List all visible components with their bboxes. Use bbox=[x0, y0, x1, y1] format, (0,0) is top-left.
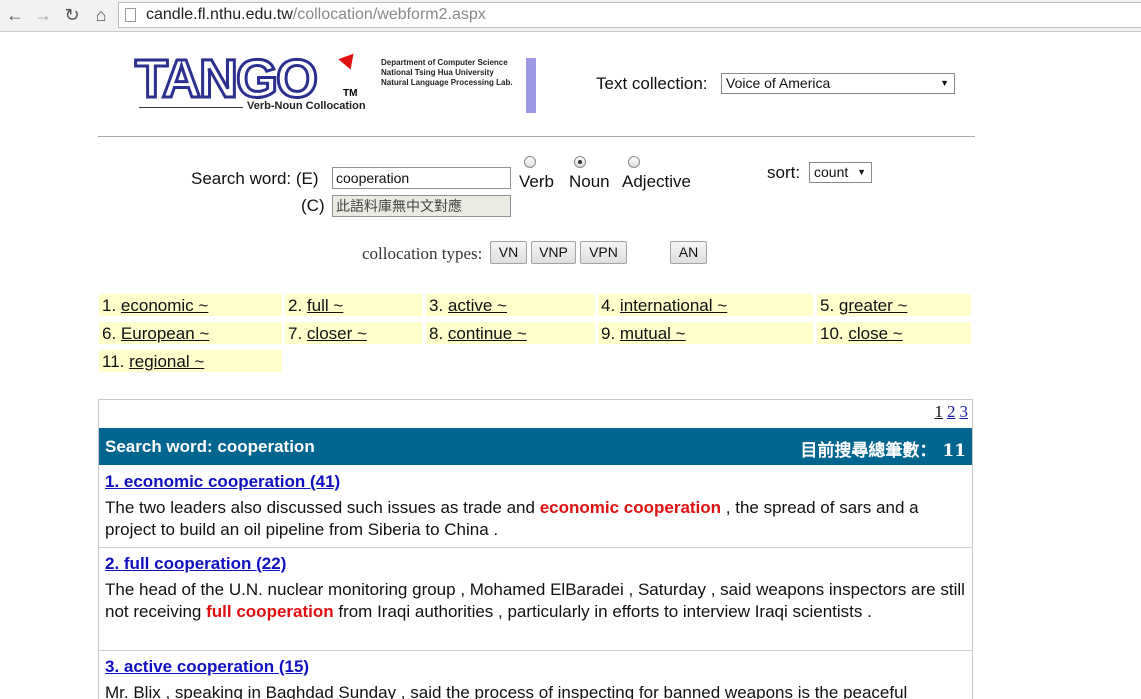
address-bar[interactable]: candle.fl.nthu.edu.tw/collocation/webfor… bbox=[118, 2, 1141, 28]
collocation-item: 2. full ~ bbox=[285, 294, 422, 316]
result-sentence: The two leaders also discussed such issu… bbox=[105, 498, 919, 539]
collocation-link[interactable]: close ~ bbox=[848, 324, 902, 343]
chinese-label: (C) bbox=[301, 196, 325, 215]
result-title-link[interactable]: 2. full cooperation (22) bbox=[105, 554, 966, 574]
header-divider-bar bbox=[526, 58, 536, 113]
results-header: Search word: cooperation 目前搜尋總筆數： 11 bbox=[99, 428, 972, 465]
radio-adjective-label: Adjective bbox=[622, 172, 691, 191]
reload-icon[interactable]: ↻ bbox=[61, 4, 83, 26]
radio-noun[interactable] bbox=[574, 156, 586, 168]
radio-adjective[interactable] bbox=[628, 156, 640, 168]
collocation-link[interactable]: international ~ bbox=[620, 296, 727, 315]
logo-red-mark-icon bbox=[338, 48, 360, 70]
collocation-item: 4. international ~ bbox=[598, 294, 813, 316]
collocation-link[interactable]: continue ~ bbox=[448, 324, 527, 343]
page-icon bbox=[125, 8, 136, 22]
radio-noun-label: Noun bbox=[569, 172, 610, 191]
collocation-item: 1. economic ~ bbox=[99, 294, 282, 316]
browser-toolbar: ← → ↻ ⌂ candle.fl.nthu.edu.tw/collocatio… bbox=[0, 0, 1141, 32]
an-button[interactable]: AN bbox=[670, 241, 707, 264]
sort-label: sort: bbox=[767, 163, 801, 182]
result-item: 2. full cooperation (22) The head of the… bbox=[99, 548, 972, 651]
highlighted-collocation: economic cooperation bbox=[539, 498, 722, 517]
collocation-link[interactable]: economic ~ bbox=[121, 296, 208, 315]
vnp-button[interactable]: VNP bbox=[531, 241, 576, 264]
collocation-item: 10. close ~ bbox=[817, 322, 971, 344]
sort-value: count bbox=[814, 164, 849, 180]
text-collection-select[interactable]: Voice of America ▼ bbox=[721, 73, 955, 94]
header-rule bbox=[98, 136, 975, 137]
result-item: 1. economic cooperation (41) The two lea… bbox=[99, 466, 972, 548]
collocation-item: 9. mutual ~ bbox=[598, 322, 813, 344]
url-text: candle.fl.nthu.edu.tw/collocation/webfor… bbox=[146, 6, 486, 23]
vpn-button[interactable]: VPN bbox=[580, 241, 627, 264]
radio-verb[interactable] bbox=[524, 156, 536, 168]
page-link[interactable]: 1 bbox=[935, 402, 944, 421]
dept-line: Department of Computer Science bbox=[381, 58, 508, 67]
collocation-item: 6. European ~ bbox=[99, 322, 282, 344]
pagination: 123 bbox=[931, 402, 969, 422]
results-total-count: 目前搜尋總筆數： 11 bbox=[800, 441, 966, 461]
result-item: 3. active cooperation (15) Mr. Blix , sp… bbox=[99, 651, 972, 699]
dept-line: Natural Language Processing Lab. bbox=[381, 78, 513, 87]
page-link[interactable]: 2 bbox=[947, 402, 956, 421]
collocation-link[interactable]: greater ~ bbox=[839, 296, 908, 315]
logo-underline bbox=[139, 107, 243, 108]
collocation-item: 7. closer ~ bbox=[285, 322, 422, 344]
text-collection-value: Voice of America bbox=[726, 75, 831, 91]
forward-arrow-icon[interactable]: → bbox=[32, 4, 54, 26]
department-info: Department of Computer Science National … bbox=[381, 58, 513, 88]
vn-button[interactable]: VN bbox=[490, 241, 527, 264]
collocation-link[interactable]: full ~ bbox=[307, 296, 343, 315]
search-word-label: Search word: (E) bbox=[191, 169, 319, 188]
collocation-item: 3. active ~ bbox=[426, 294, 595, 316]
text-collection-label: Text collection: bbox=[596, 74, 708, 93]
dropdown-arrow-icon: ▼ bbox=[940, 78, 949, 88]
logo-subtitle: Verb-Noun Collocation bbox=[247, 100, 366, 112]
dept-line: National Tsing Hua University bbox=[381, 68, 494, 77]
page-link[interactable]: 3 bbox=[960, 402, 969, 421]
results-panel: 123 Search word: cooperation 目前搜尋總筆數： 11… bbox=[98, 399, 973, 699]
result-title-link[interactable]: 1. economic cooperation (41) bbox=[105, 472, 966, 492]
back-arrow-icon[interactable]: ← bbox=[4, 4, 26, 26]
home-icon[interactable]: ⌂ bbox=[90, 4, 112, 26]
result-sentence: Mr. Blix , speaking in Baghdad Sunday , … bbox=[105, 683, 908, 699]
sort-select[interactable]: count ▼ bbox=[809, 162, 872, 183]
highlighted-collocation: full cooperation bbox=[206, 602, 334, 621]
collocation-link[interactable]: closer ~ bbox=[307, 324, 367, 343]
result-sentence: The head of the U.N. nuclear monitoring … bbox=[105, 580, 965, 621]
logo-title: TANGO bbox=[134, 49, 320, 109]
chinese-word-field[interactable]: 此語料庫無中文對應 bbox=[332, 195, 511, 217]
collocation-link[interactable]: mutual ~ bbox=[620, 324, 686, 343]
collocation-types-label: collocation types: bbox=[362, 244, 483, 263]
collocation-link[interactable]: European ~ bbox=[121, 324, 209, 343]
logo-tm: TM bbox=[343, 88, 358, 99]
results-search-word: Search word: cooperation bbox=[105, 437, 315, 456]
collocation-link[interactable]: regional ~ bbox=[129, 352, 204, 371]
collocation-item: 8. continue ~ bbox=[426, 322, 595, 344]
dropdown-arrow-icon: ▼ bbox=[857, 167, 866, 177]
collocation-link[interactable]: active ~ bbox=[448, 296, 507, 315]
result-title-link[interactable]: 3. active cooperation (15) bbox=[105, 657, 966, 677]
search-word-input[interactable]: cooperation bbox=[332, 167, 511, 189]
collocation-item: 11. regional ~ bbox=[99, 350, 282, 372]
collocation-item: 5. greater ~ bbox=[817, 294, 971, 316]
radio-verb-label: Verb bbox=[519, 172, 554, 191]
